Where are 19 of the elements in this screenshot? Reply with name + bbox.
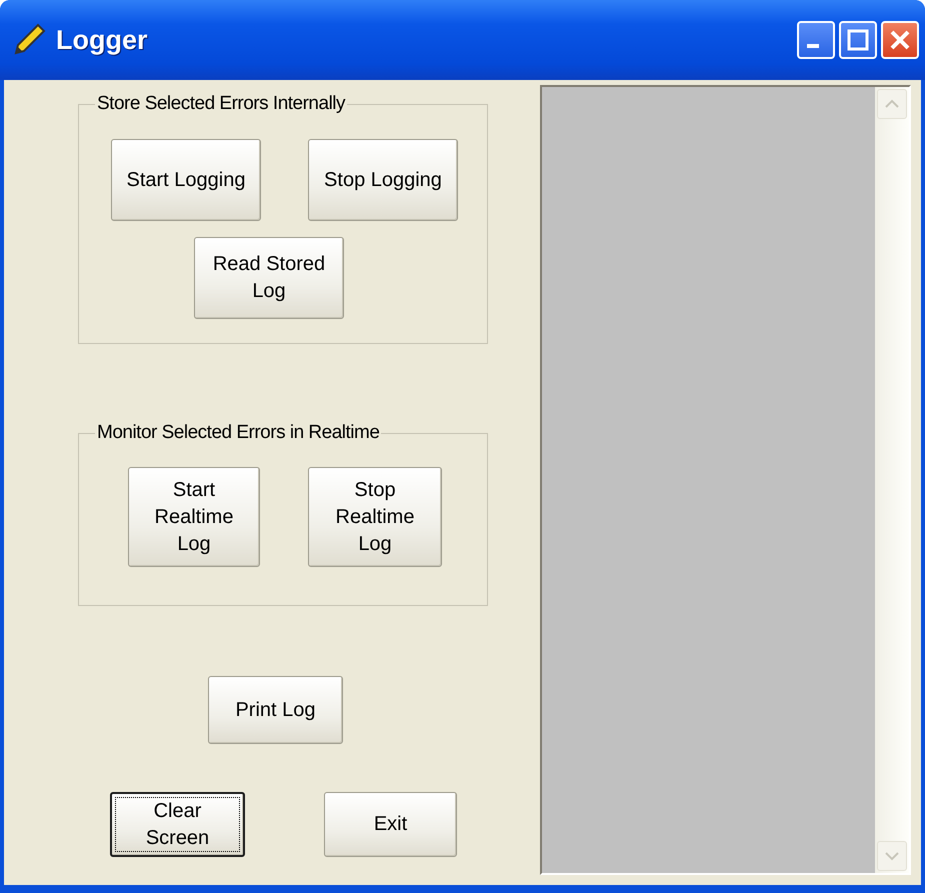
close-icon bbox=[889, 29, 911, 51]
action-button[interactable]: Stop Logging bbox=[308, 139, 458, 221]
action-button[interactable]: Print Log bbox=[208, 676, 343, 744]
action-button[interactable]: Exit bbox=[324, 792, 457, 857]
action-button[interactable]: Read Stored Log bbox=[194, 237, 344, 319]
window-title: Logger bbox=[56, 24, 148, 56]
action-button[interactable]: Start Logging bbox=[111, 139, 261, 221]
chevron-up-icon bbox=[884, 99, 900, 109]
maximize-icon bbox=[847, 29, 869, 51]
minimize-button[interactable] bbox=[797, 21, 835, 59]
close-button[interactable] bbox=[881, 21, 919, 59]
action-button[interactable]: Clear Screen bbox=[110, 792, 245, 857]
minimize-icon bbox=[807, 44, 819, 48]
action-button[interactable]: Start Realtime Log bbox=[128, 467, 260, 567]
group-title: Monitor Selected Errors in Realtime bbox=[96, 422, 380, 444]
group-title: Store Selected Errors Internally bbox=[96, 93, 346, 115]
action-button[interactable]: Stop Realtime Log bbox=[308, 467, 442, 567]
maximize-button[interactable] bbox=[839, 21, 877, 59]
chevron-down-icon bbox=[884, 851, 900, 861]
